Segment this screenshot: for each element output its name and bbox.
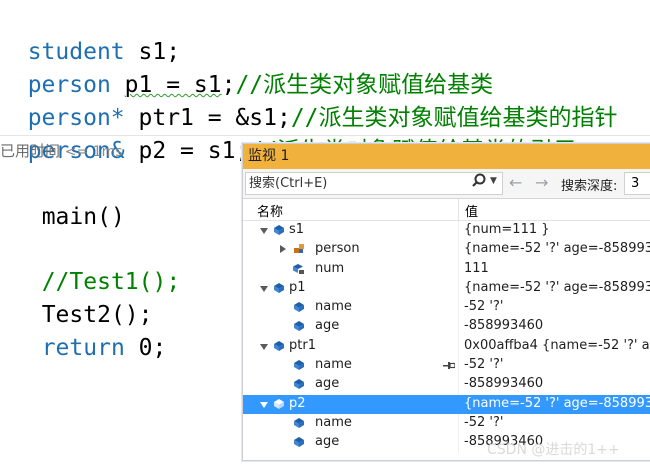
member-locked-icon bbox=[293, 263, 304, 274]
watch-value[interactable]: 111 bbox=[464, 261, 489, 276]
expand-open-icon[interactable] bbox=[260, 343, 268, 350]
watch-name: name bbox=[315, 357, 352, 373]
variable-icon bbox=[274, 398, 284, 409]
watch-name: s1 bbox=[289, 222, 305, 237]
watch-title-bar[interactable]: 监视 1 bbox=[243, 144, 650, 169]
search-placeholder: 搜索(Ctrl+E) bbox=[249, 176, 328, 191]
expand-open-icon[interactable] bbox=[260, 285, 268, 292]
watch-row-name[interactable]: name -52 '?' bbox=[243, 298, 650, 318]
back-arrow-icon[interactable]: ← bbox=[509, 173, 522, 192]
watch-row-ptr1[interactable]: ptr1 0x00affba4 {name=-52 '?' age= bbox=[243, 336, 650, 357]
member-icon bbox=[294, 321, 304, 332]
watch-name: age bbox=[315, 376, 340, 392]
search-depth-label: 搜索深度: bbox=[561, 179, 618, 194]
search-icon[interactable] bbox=[470, 172, 488, 190]
member-icon bbox=[294, 379, 304, 390]
watch-name: name bbox=[315, 299, 352, 315]
member-icon bbox=[294, 360, 304, 371]
watch-name: p2 bbox=[289, 395, 306, 411]
member-icon bbox=[294, 302, 304, 313]
search-dropdown-icon[interactable]: ▼ bbox=[490, 176, 497, 186]
perf-tip-label: 已用时间 bbox=[0, 142, 61, 160]
watermark: CSDN @进击的1++ bbox=[487, 442, 620, 458]
column-name-header[interactable]: 名称 bbox=[257, 201, 283, 220]
watch-row-s1[interactable]: s1 {num=111 } bbox=[243, 221, 650, 241]
watch-name: age bbox=[315, 434, 340, 450]
watch-value[interactable]: -858993460 bbox=[464, 376, 543, 391]
variable-icon bbox=[274, 340, 284, 351]
search-depth-value: 3 bbox=[631, 176, 640, 191]
watch-row-age[interactable]: age -858993460 bbox=[243, 317, 650, 337]
column-divider bbox=[458, 356, 459, 376]
perf-tip-value: <= 1ms bbox=[64, 144, 123, 160]
expand-closed-icon[interactable] bbox=[280, 245, 286, 254]
watch-value[interactable]: {name=-52 '?' age=-85899346 bbox=[464, 280, 650, 295]
column-divider bbox=[458, 298, 459, 318]
watch-row-age[interactable]: age -858993460 bbox=[243, 375, 650, 395]
pin-icon[interactable] bbox=[443, 361, 455, 370]
watch-name: name bbox=[315, 414, 352, 430]
watch-search-input[interactable]: 搜索(Ctrl+E) bbox=[245, 172, 503, 195]
watch-value[interactable]: {num=111 } bbox=[464, 222, 550, 237]
member-icon bbox=[294, 417, 304, 428]
column-divider bbox=[458, 240, 459, 260]
column-divider bbox=[458, 259, 459, 279]
watch-value[interactable]: -858993460 bbox=[464, 318, 543, 333]
member-icon bbox=[294, 437, 304, 448]
watch-window[interactable]: 监视 1 搜索(Ctrl+E) ▼ ← → 搜索深度: 3 名称 值 s1 {n… bbox=[242, 143, 650, 461]
search-depth-input[interactable]: 3 bbox=[624, 172, 650, 195]
watch-row-p1[interactable]: p1 {name=-52 '?' age=-85899346 bbox=[243, 278, 650, 299]
column-divider bbox=[458, 375, 459, 395]
watch-value[interactable]: 0x00affba4 {name=-52 '?' age= bbox=[464, 338, 650, 353]
watch-name: num bbox=[315, 260, 345, 276]
watch-name: ptr1 bbox=[289, 337, 316, 353]
watch-row-name[interactable]: name -52 '?' bbox=[243, 356, 650, 376]
editor-separator bbox=[0, 135, 650, 136]
watch-value[interactable]: -52 '?' bbox=[464, 357, 503, 372]
column-value-header[interactable]: 值 bbox=[465, 201, 478, 220]
expand-open-icon[interactable] bbox=[260, 228, 268, 234]
watch-value[interactable]: {name=-52 '?' age=-85899346 bbox=[464, 396, 650, 411]
watch-value[interactable]: -52 '?' bbox=[464, 299, 503, 314]
return-value: 0; bbox=[124, 335, 167, 361]
watch-row-name[interactable]: name -52 '?' bbox=[243, 413, 650, 434]
watch-value[interactable]: -52 '?' bbox=[464, 415, 503, 430]
watch-title: 监视 1 bbox=[248, 148, 290, 164]
variable-icon bbox=[274, 225, 284, 235]
column-divider bbox=[458, 433, 459, 453]
column-divider bbox=[458, 413, 459, 434]
column-divider bbox=[458, 317, 459, 337]
var-decl: p2 = s1; bbox=[138, 138, 250, 164]
watch-value[interactable]: {name=-52 '?' age=-85899346 bbox=[464, 241, 650, 256]
watch-rows: s1 {num=111 } person {name=-52 '?' age=-… bbox=[243, 221, 650, 453]
column-divider[interactable] bbox=[458, 199, 459, 221]
keyword: return bbox=[41, 335, 125, 361]
watch-toolbar: 搜索(Ctrl+E) ▼ ← → 搜索深度: 3 bbox=[243, 169, 650, 199]
watch-row-num[interactable]: num 111 bbox=[243, 259, 650, 279]
base-class-icon bbox=[294, 244, 304, 254]
column-divider bbox=[458, 221, 459, 241]
watch-name: age bbox=[315, 318, 340, 334]
watch-row-person[interactable]: person {name=-52 '?' age=-85899346 bbox=[243, 240, 650, 260]
column-divider bbox=[458, 336, 459, 357]
expand-open-icon[interactable] bbox=[260, 401, 268, 408]
column-divider bbox=[458, 278, 459, 299]
watch-column-header: 名称 值 bbox=[243, 199, 650, 221]
perf-tip: 已用时间 <= 1ms bbox=[0, 140, 123, 161]
watch-name: p1 bbox=[289, 279, 306, 295]
watch-row-p2[interactable]: p2 {name=-52 '?' age=-85899346 bbox=[243, 394, 650, 414]
watch-name: person bbox=[315, 241, 360, 257]
function-name: main() bbox=[41, 204, 125, 230]
forward-arrow-icon[interactable]: → bbox=[535, 173, 548, 192]
variable-icon bbox=[274, 282, 284, 293]
